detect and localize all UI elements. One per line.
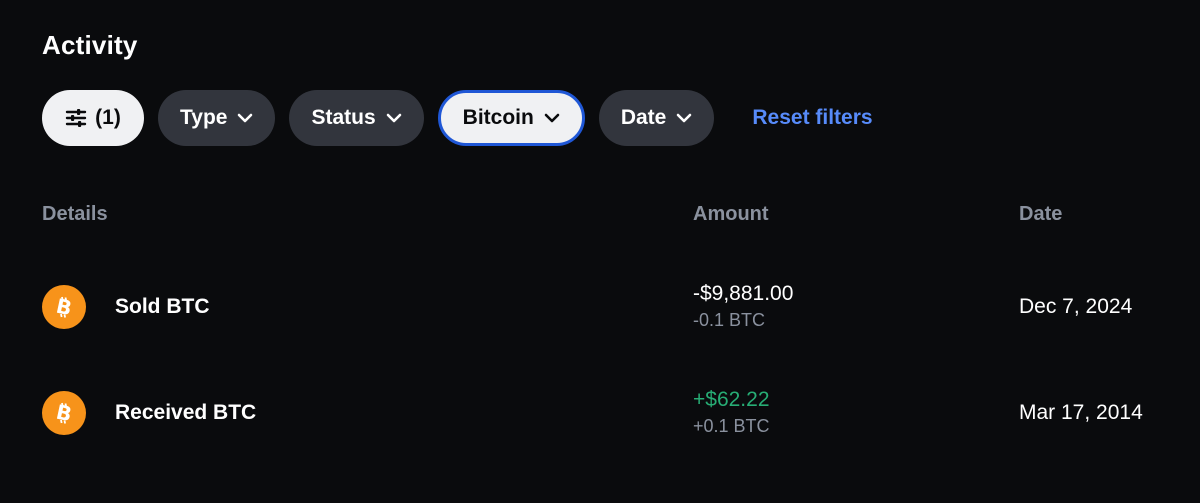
chevron-down-icon	[237, 113, 253, 123]
table-row[interactable]: B Sold BTC -$9,881.00 -0.1 BTC Dec 7, 20…	[42, 267, 1158, 347]
table-row[interactable]: B Received BTC +$62.22 +0.1 BTC Mar 17, …	[42, 373, 1158, 453]
column-header-amount: Amount	[693, 203, 769, 225]
date-filter-label: Date	[620, 106, 667, 129]
transaction-label: Received BTC	[115, 401, 257, 424]
reset-filters-link[interactable]: Reset filters	[752, 106, 872, 130]
sliders-icon	[65, 108, 87, 128]
all-filters-button[interactable]: (1)	[42, 90, 144, 146]
column-header-date: Date	[1019, 203, 1063, 225]
page-title: Activity	[42, 30, 138, 60]
date-filter-dropdown[interactable]: Date	[598, 90, 715, 146]
bitcoin-icon: B	[42, 391, 86, 435]
asset-filter-dropdown[interactable]: Bitcoin	[437, 90, 585, 146]
status-filter-label: Status	[311, 106, 376, 129]
active-filter-count: (1)	[95, 106, 121, 129]
crypto-amount: +0.1 BTC	[693, 416, 770, 436]
type-filter-label: Type	[180, 106, 228, 129]
transaction-date: Mar 17, 2014	[1019, 401, 1143, 424]
transaction-amount: -$9,881.00 -0.1 BTC	[693, 281, 793, 333]
transaction-amount: +$62.22 +0.1 BTC	[693, 387, 770, 439]
fiat-amount: +$62.22	[693, 388, 770, 411]
chevron-down-icon	[676, 113, 692, 123]
filter-bar: (1) Type Status Bitcoin Date Reset filte…	[42, 90, 873, 146]
transaction-date: Dec 7, 2024	[1019, 295, 1133, 318]
crypto-amount: -0.1 BTC	[693, 310, 766, 330]
transaction-label: Sold BTC	[115, 295, 210, 318]
chevron-down-icon	[386, 113, 402, 123]
chevron-down-icon	[544, 113, 560, 123]
fiat-amount: -$9,881.00	[693, 282, 794, 305]
asset-filter-label: Bitcoin	[462, 106, 534, 129]
activity-page: Activity (1) Type Status Bitcoin Date Re…	[0, 0, 1200, 503]
status-filter-dropdown[interactable]: Status	[289, 90, 424, 146]
type-filter-dropdown[interactable]: Type	[158, 90, 276, 146]
bitcoin-icon: B	[42, 285, 86, 329]
column-header-details: Details	[42, 203, 108, 225]
